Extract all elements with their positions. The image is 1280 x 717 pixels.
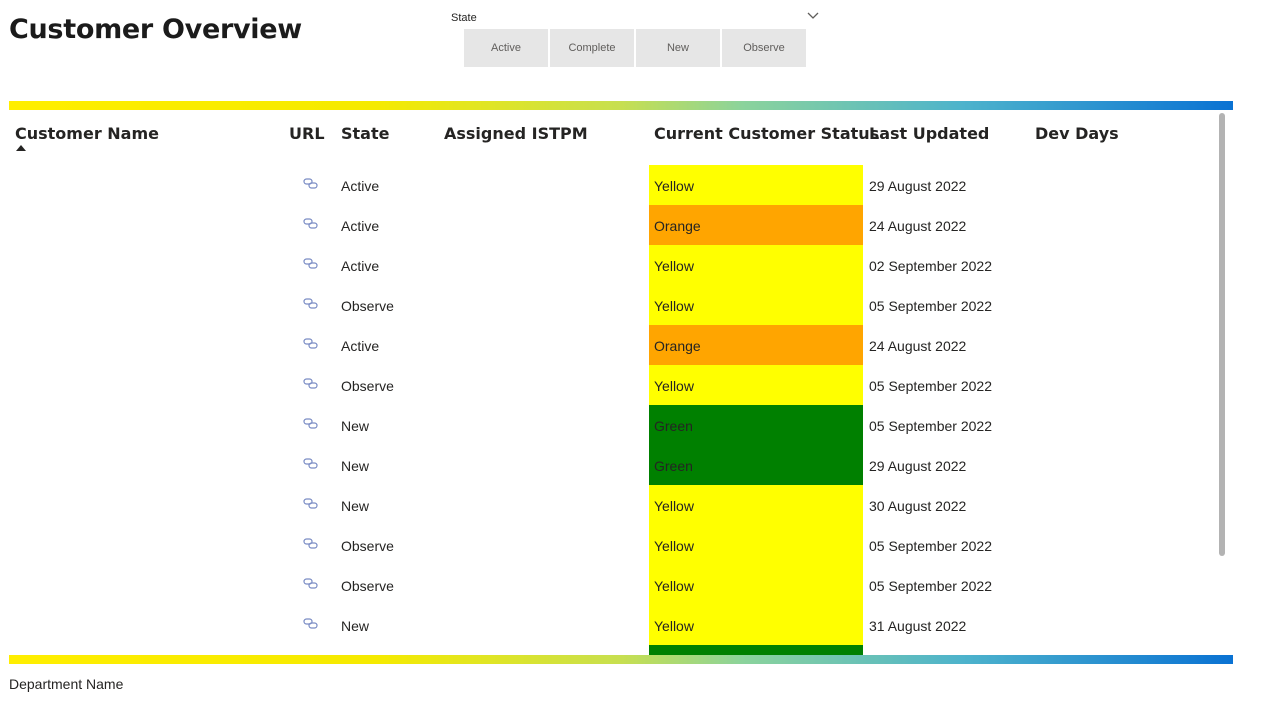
state-value: New	[341, 458, 370, 474]
table-row[interactable]: Green New 29 August 2022	[9, 445, 1219, 485]
status-cell: Green	[649, 645, 863, 655]
table-row[interactable]: Yellow Observe 05 September 2022	[9, 285, 1219, 325]
status-value: Yellow	[654, 498, 694, 514]
status-cell: Yellow	[649, 365, 863, 405]
slicer-option-complete[interactable]: Complete	[550, 29, 634, 67]
table-row[interactable]: Orange Active 24 August 2022	[9, 325, 1219, 365]
header-url[interactable]: URL	[289, 124, 325, 143]
status-cell: Yellow	[649, 285, 863, 325]
link-icon[interactable]	[303, 377, 318, 390]
table-row[interactable]: Yellow Observe 05 September 2022	[9, 365, 1219, 405]
status-value: Orange	[654, 218, 701, 234]
top-gradient-divider	[9, 101, 1233, 110]
last-updated-value: 05 September 2022	[869, 378, 992, 394]
table-row[interactable]: Orange Active 24 August 2022	[9, 205, 1219, 245]
link-icon[interactable]	[303, 457, 318, 470]
status-value: Yellow	[654, 298, 694, 314]
state-value: Active	[341, 338, 380, 354]
state-slicer: Active Complete New Observe	[464, 29, 806, 67]
last-updated-value: 02 September 2022	[869, 258, 992, 274]
last-updated-value: 31 August 2022	[869, 618, 967, 634]
state-value: Active	[341, 178, 380, 194]
header-last-updated[interactable]: Last Updated	[869, 124, 989, 143]
state-value: New	[341, 618, 370, 634]
link-icon[interactable]	[303, 337, 318, 350]
last-updated-value: 05 September 2022	[869, 418, 992, 434]
status-value: Yellow	[654, 538, 694, 554]
status-cell: Yellow	[649, 605, 863, 645]
table-row[interactable]: Green New 05 September 2022	[9, 405, 1219, 445]
header-customer-name[interactable]: Customer Name	[15, 124, 159, 143]
status-value: Yellow	[654, 178, 694, 194]
status-cell: Yellow	[649, 565, 863, 605]
state-slicer-label: State	[451, 12, 477, 24]
header-dev-days[interactable]: Dev Days	[1035, 124, 1119, 143]
bottom-gradient-divider	[9, 655, 1233, 664]
slicer-option-observe[interactable]: Observe	[722, 29, 806, 67]
table-row[interactable]: Yellow Observe 05 September 2022	[9, 565, 1219, 605]
last-updated-value: 05 September 2022	[869, 538, 992, 554]
last-updated-value: 30 August 2022	[869, 498, 967, 514]
page-title: Customer Overview	[9, 14, 302, 45]
status-value: Green	[654, 418, 693, 434]
status-cell: Yellow	[649, 165, 863, 205]
customer-table: Customer Name URL State Assigned ISTPM C…	[9, 110, 1233, 655]
status-cell: Yellow	[649, 485, 863, 525]
link-icon[interactable]	[303, 497, 318, 510]
status-cell: Yellow	[649, 525, 863, 565]
chevron-down-icon[interactable]	[806, 9, 820, 23]
link-icon[interactable]	[303, 177, 318, 190]
last-updated-value: 29 August 2022	[869, 458, 967, 474]
last-updated-value: 24 August 2022	[869, 338, 967, 354]
status-cell: Green	[649, 405, 863, 445]
status-cell: Green	[649, 445, 863, 485]
status-cell: Yellow	[649, 245, 863, 285]
status-value: Green	[654, 458, 693, 474]
state-value: Observe	[341, 378, 394, 394]
header-current-status[interactable]: Current Customer Status	[654, 124, 879, 143]
header-state[interactable]: State	[341, 124, 389, 143]
link-icon[interactable]	[303, 577, 318, 590]
state-value: New	[341, 498, 370, 514]
table-row[interactable]: Yellow Active 02 September 2022	[9, 245, 1219, 285]
sort-ascending-icon	[16, 145, 26, 151]
state-value: Observe	[341, 298, 394, 314]
state-value: Observe	[341, 578, 394, 594]
status-value: Green	[654, 645, 693, 655]
table-scrollbar[interactable]	[1219, 113, 1225, 556]
slicer-option-active[interactable]: Active	[464, 29, 548, 67]
status-value: Orange	[654, 338, 701, 354]
last-updated-value: 24 August 2022	[869, 218, 967, 234]
table-row[interactable]: Yellow Observe 05 September 2022	[9, 525, 1219, 565]
link-icon[interactable]	[303, 417, 318, 430]
table-row[interactable]: Yellow Active 29 August 2022	[9, 165, 1219, 205]
header-assigned-istpm[interactable]: Assigned ISTPM	[444, 124, 588, 143]
last-updated-value: 29 August 2022	[869, 178, 967, 194]
table-row[interactable]: Green	[9, 645, 1219, 655]
state-value: New	[341, 418, 370, 434]
last-updated-value: 05 September 2022	[869, 298, 992, 314]
status-value: Yellow	[654, 258, 694, 274]
status-value: Yellow	[654, 378, 694, 394]
status-cell: Orange	[649, 205, 863, 245]
status-value: Yellow	[654, 578, 694, 594]
state-value: Active	[341, 258, 380, 274]
link-icon[interactable]	[303, 217, 318, 230]
department-name: Department Name	[9, 676, 124, 692]
state-value: Active	[341, 218, 380, 234]
status-value: Yellow	[654, 618, 694, 634]
slicer-option-new[interactable]: New	[636, 29, 720, 67]
last-updated-value: 05 September 2022	[869, 578, 992, 594]
table-row[interactable]: Yellow New 30 August 2022	[9, 485, 1219, 525]
status-cell: Orange	[649, 325, 863, 365]
table-row[interactable]: Yellow New 31 August 2022	[9, 605, 1219, 645]
link-icon[interactable]	[303, 257, 318, 270]
link-icon[interactable]	[303, 617, 318, 630]
link-icon[interactable]	[303, 537, 318, 550]
link-icon[interactable]	[303, 297, 318, 310]
state-value: Observe	[341, 538, 394, 554]
